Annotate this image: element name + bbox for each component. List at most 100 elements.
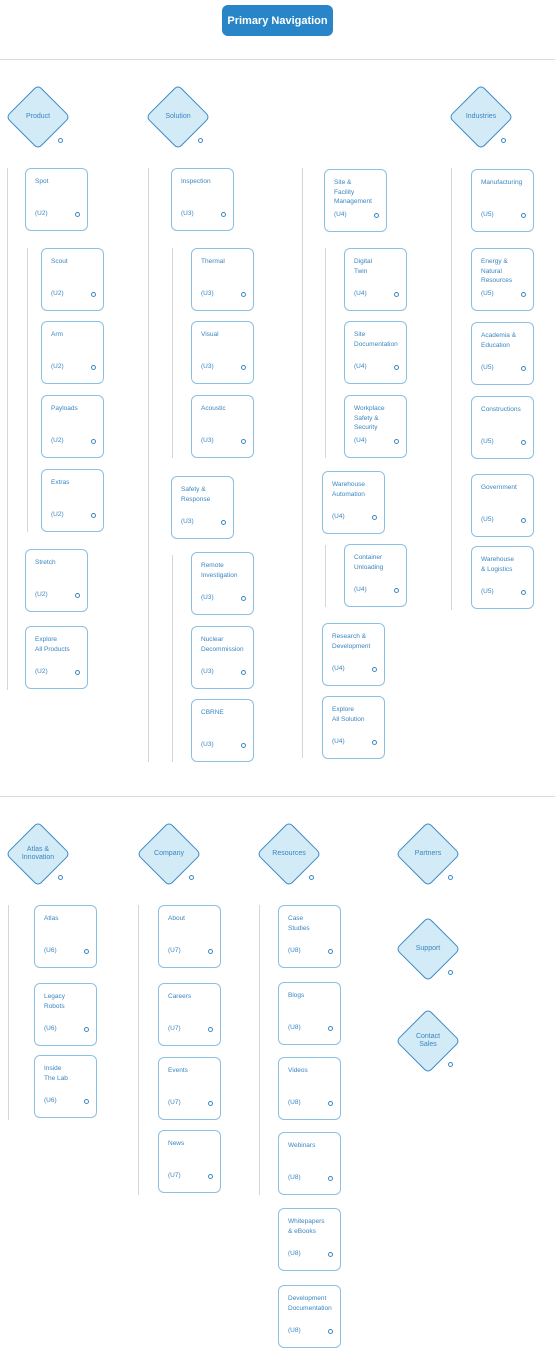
connector-dot-icon[interactable] (501, 138, 506, 143)
support-node[interactable]: Support (395, 916, 461, 982)
connector-dot-icon[interactable] (241, 439, 246, 444)
industries-node[interactable]: Industries (448, 84, 514, 150)
connector-dot-icon[interactable] (328, 1026, 333, 1031)
connector-dot-icon[interactable] (91, 513, 96, 518)
page-card[interactable]: Thermal (U3) (191, 248, 254, 311)
connector-dot-icon[interactable] (208, 1174, 213, 1179)
product-node[interactable]: Product (5, 84, 71, 150)
connector-dot-icon[interactable] (309, 875, 314, 880)
page-card[interactable]: Site & Facility Management (U4) (324, 169, 387, 232)
connector-dot-icon[interactable] (521, 292, 526, 297)
connector-dot-icon[interactable] (448, 970, 453, 975)
page-card[interactable]: Warehouse & Logistics (U5) (471, 546, 534, 609)
connector-dot-icon[interactable] (58, 138, 63, 143)
connector-dot-icon[interactable] (241, 743, 246, 748)
page-card[interactable]: Nuclear Decommission (U3) (191, 626, 254, 689)
connector-dot-icon[interactable] (328, 1176, 333, 1181)
page-card[interactable]: Acoustic (U3) (191, 395, 254, 458)
company-node[interactable]: Company (136, 821, 202, 887)
connector-dot-icon[interactable] (84, 949, 89, 954)
connector-dot-icon[interactable] (394, 588, 399, 593)
connector-dot-icon[interactable] (75, 212, 80, 217)
connector-dot-icon[interactable] (208, 1027, 213, 1032)
atlas-innovation-node[interactable]: Atlas & Innovation (5, 821, 71, 887)
connector-dot-icon[interactable] (521, 590, 526, 595)
contact-sales-node[interactable]: Contact Sales (395, 1008, 461, 1074)
connector-dot-icon[interactable] (328, 1252, 333, 1257)
connector-dot-icon[interactable] (75, 593, 80, 598)
connector-dot-icon[interactable] (521, 366, 526, 371)
partners-node[interactable]: Partners (395, 821, 461, 887)
page-card[interactable]: Stretch (U2) (25, 549, 88, 612)
page-card[interactable]: Inside The Lab (U6) (34, 1055, 97, 1118)
page-card[interactable]: Whitepapers & eBooks (U8) (278, 1208, 341, 1271)
connector-dot-icon[interactable] (75, 670, 80, 675)
page-card[interactable]: Videos (U8) (278, 1057, 341, 1120)
page-card[interactable]: Spot (U2) (25, 168, 88, 231)
connector-dot-icon[interactable] (328, 1329, 333, 1334)
page-card[interactable]: CBRNE (U3) (191, 699, 254, 762)
page-card[interactable]: Safety & Response (U3) (171, 476, 234, 539)
connector-dot-icon[interactable] (208, 1101, 213, 1106)
solution-node[interactable]: Solution (145, 84, 211, 150)
connector-dot-icon[interactable] (372, 515, 377, 520)
page-card[interactable]: Digital Twin (U4) (344, 248, 407, 311)
connector-dot-icon[interactable] (221, 212, 226, 217)
page-card[interactable]: Events (U7) (158, 1057, 221, 1120)
page-card[interactable]: Inspection (U3) (171, 168, 234, 231)
connector-dot-icon[interactable] (198, 138, 203, 143)
connector-dot-icon[interactable] (241, 292, 246, 297)
connector-dot-icon[interactable] (241, 596, 246, 601)
connector-dot-icon[interactable] (241, 670, 246, 675)
page-card[interactable]: Case Studies (U8) (278, 905, 341, 968)
page-card[interactable]: About (U7) (158, 905, 221, 968)
page-card[interactable]: Constructions (U5) (471, 396, 534, 459)
page-card[interactable]: News (U7) (158, 1130, 221, 1193)
page-card[interactable]: Visual (U3) (191, 321, 254, 384)
page-card[interactable]: Atlas (U6) (34, 905, 97, 968)
page-card[interactable]: Payloads (U2) (41, 395, 104, 458)
connector-dot-icon[interactable] (521, 440, 526, 445)
connector-dot-icon[interactable] (372, 667, 377, 672)
connector-dot-icon[interactable] (84, 1099, 89, 1104)
connector-dot-icon[interactable] (448, 1062, 453, 1067)
connector-dot-icon[interactable] (241, 365, 246, 370)
connector-dot-icon[interactable] (84, 1027, 89, 1032)
page-card[interactable]: Careers (U7) (158, 983, 221, 1046)
connector-dot-icon[interactable] (521, 213, 526, 218)
page-card[interactable]: Scout (U2) (41, 248, 104, 311)
page-card[interactable]: Explore All Products (U2) (25, 626, 88, 689)
page-card[interactable]: Webinars (U8) (278, 1132, 341, 1195)
page-card[interactable]: Academia & Education (U5) (471, 322, 534, 385)
connector-dot-icon[interactable] (208, 949, 213, 954)
page-card[interactable]: Workplace Safety & Security (U4) (344, 395, 407, 458)
page-card[interactable]: Government (U5) (471, 474, 534, 537)
connector-dot-icon[interactable] (374, 213, 379, 218)
page-card[interactable]: Research & Development (U4) (322, 623, 385, 686)
page-card[interactable]: Explore All Solution (U4) (322, 696, 385, 759)
page-card[interactable]: Arm (U2) (41, 321, 104, 384)
page-card[interactable]: Warehouse Automation (U4) (322, 471, 385, 534)
connector-dot-icon[interactable] (91, 365, 96, 370)
connector-dot-icon[interactable] (221, 520, 226, 525)
connector-dot-icon[interactable] (58, 875, 63, 880)
connector-dot-icon[interactable] (521, 518, 526, 523)
page-card[interactable]: Container Unloading (U4) (344, 544, 407, 607)
page-card[interactable]: Legacy Robots (U6) (34, 983, 97, 1046)
page-card[interactable]: Manufacturing (U5) (471, 169, 534, 232)
connector-dot-icon[interactable] (189, 875, 194, 880)
connector-dot-icon[interactable] (328, 1101, 333, 1106)
connector-dot-icon[interactable] (394, 439, 399, 444)
page-card[interactable]: Remote Investigation (U3) (191, 552, 254, 615)
page-card[interactable]: Site Documentation (U4) (344, 321, 407, 384)
page-card[interactable]: Energy & Natural Resources (U5) (471, 248, 534, 311)
page-card[interactable]: Blogs (U8) (278, 982, 341, 1045)
connector-dot-icon[interactable] (372, 740, 377, 745)
resources-node[interactable]: Resources (256, 821, 322, 887)
connector-dot-icon[interactable] (91, 439, 96, 444)
page-card[interactable]: Extras (U2) (41, 469, 104, 532)
page-card[interactable]: Development Documentation (U8) (278, 1285, 341, 1348)
connector-dot-icon[interactable] (448, 875, 453, 880)
connector-dot-icon[interactable] (328, 949, 333, 954)
connector-dot-icon[interactable] (91, 292, 96, 297)
